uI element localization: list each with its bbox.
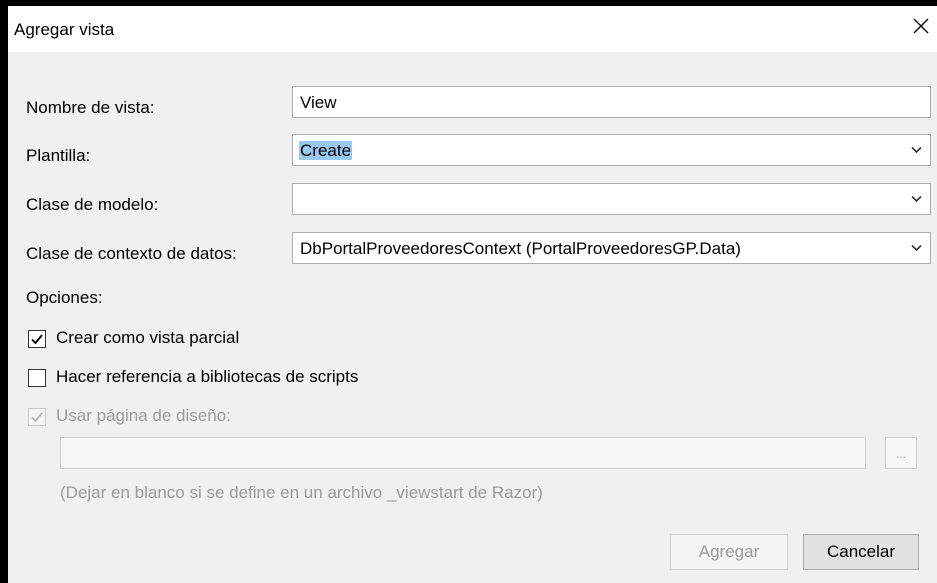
- view-name-value: View: [300, 93, 337, 112]
- title-bar: Agregar vista: [8, 6, 937, 52]
- template-label: Plantilla:: [26, 146, 91, 165]
- dialog-title: Agregar vista: [14, 20, 115, 39]
- partial-view-checkbox[interactable]: [28, 330, 46, 348]
- data-context-select[interactable]: DbPortalProveedoresContext (PortalProvee…: [292, 232, 931, 264]
- data-context-value: DbPortalProveedoresContext (PortalProvee…: [300, 239, 741, 258]
- cancel-button[interactable]: Cancelar: [803, 534, 919, 570]
- options-heading: Opciones:: [26, 288, 103, 307]
- add-view-dialog: Agregar vista Nombre de vista: View Plan…: [8, 6, 937, 583]
- chevron-down-icon: [911, 244, 922, 252]
- add-button: Agregar: [670, 534, 788, 570]
- template-select[interactable]: Create: [292, 134, 931, 166]
- model-class-label: Clase de modelo:: [26, 195, 159, 214]
- partial-view-label[interactable]: Crear como vista parcial: [56, 328, 239, 348]
- layout-hint: (Dejar en blanco si se define en un arch…: [60, 483, 543, 502]
- model-class-select[interactable]: [292, 183, 931, 215]
- layout-page-label: Usar página de diseño:: [56, 406, 231, 425]
- view-name-input[interactable]: View: [292, 86, 931, 118]
- chevron-down-icon: [911, 195, 922, 203]
- chevron-down-icon: [911, 146, 922, 154]
- view-name-label: Nombre de vista:: [26, 98, 155, 117]
- checkmark-icon: [31, 412, 43, 423]
- script-libraries-checkbox[interactable]: [28, 369, 46, 387]
- template-value: Create: [299, 141, 353, 160]
- close-icon[interactable]: [905, 10, 937, 42]
- layout-page-input: [60, 437, 866, 469]
- browse-button: ...: [885, 437, 917, 469]
- checkmark-icon: [31, 334, 43, 345]
- layout-page-checkbox: [28, 408, 46, 426]
- data-context-label: Clase de contexto de datos:: [26, 244, 237, 263]
- script-libraries-label[interactable]: Hacer referencia a bibliotecas de script…: [56, 367, 358, 387]
